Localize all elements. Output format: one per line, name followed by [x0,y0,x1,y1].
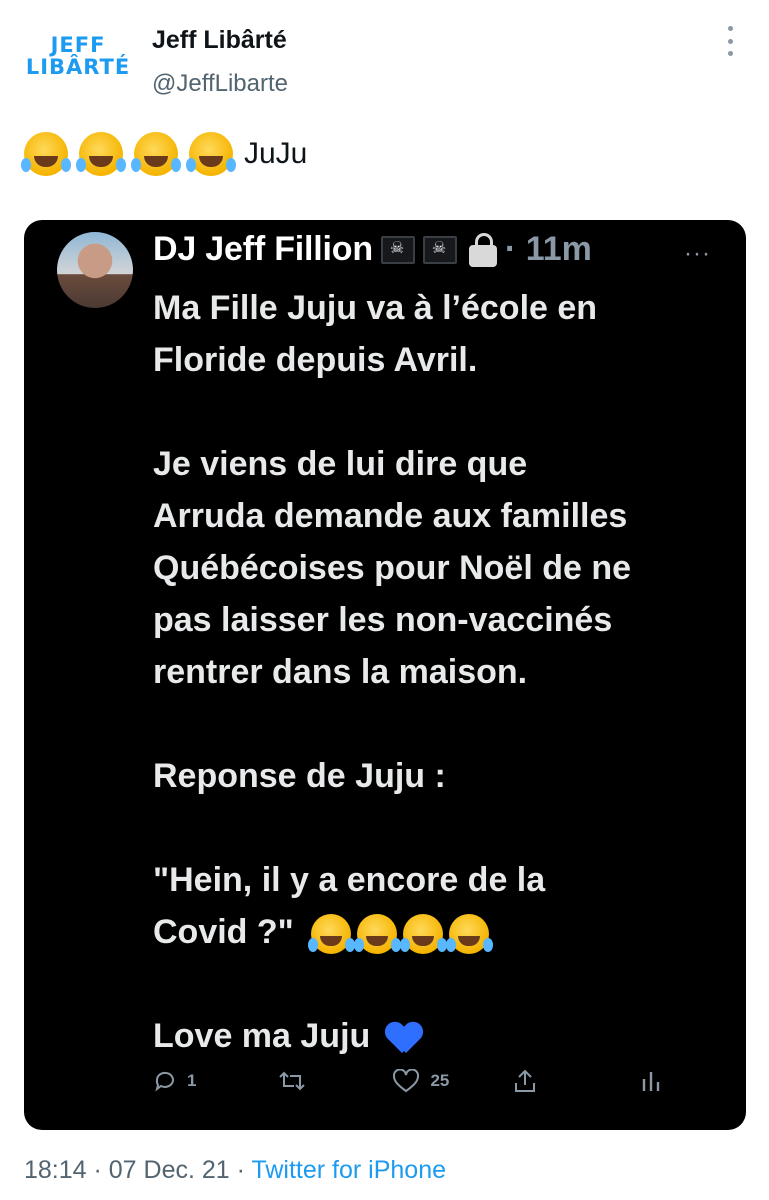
tears-of-joy-emoji-icon [354,914,398,955]
quoted-actions-bar: 1 25 [153,1068,733,1094]
tweet-source-link[interactable]: Twitter for iPhone [251,1156,446,1184]
quoted-tweet-body: Ma Fille Juju va à l’école en Floride de… [153,282,733,1062]
quoted-line: Québécoises pour Noël de ne [153,549,632,587]
quoted-line: pas laisser les non-vaccinés [153,601,613,639]
retweet-button[interactable] [278,1069,306,1093]
lock-icon [468,232,497,267]
more-options-icon[interactable] [720,26,740,56]
tweet-text: JuJu [21,132,308,176]
quoted-line: "Hein, il y a encore de la [153,861,546,899]
tweet-text-label: JuJu [244,137,308,170]
avatar[interactable] [57,232,133,308]
tears-of-joy-emoji-icon [76,132,123,176]
quoted-line: Love ma Juju [153,1017,371,1055]
reply-count: 1 [187,1071,197,1090]
pirate-flag-icon [380,235,415,264]
quoted-line-with-emoji: Covid ?" [153,906,733,958]
quoted-line: Covid ?" [153,913,294,951]
quoted-timestamp[interactable]: · 11m [505,230,592,269]
quoted-line: Arruda demande aux familles [153,497,628,535]
tears-of-joy-emoji-icon [400,914,444,955]
quoted-author-name[interactable]: DJ Jeff Fillion [153,230,373,269]
quoted-tweet-header: DJ Jeff Fillion · 11m [153,230,592,269]
logo-line-1: JEFF [50,33,106,57]
reply-button[interactable]: 1 [153,1069,196,1093]
like-button[interactable]: 25 [392,1069,449,1093]
retweet-icon [279,1071,306,1091]
tears-of-joy-emoji-icon [186,132,233,176]
analytics-icon [643,1072,660,1091]
pirate-flag-icon [422,235,457,264]
quoted-more-icon[interactable]: ··· [684,240,711,268]
author-handle[interactable]: @JeffLibarte [152,70,288,98]
tweet-footer: 18:14 · 07 Dec. 21 · Twitter for iPhone [24,1156,446,1185]
quoted-line: Je viens de lui dire que [153,445,528,483]
analytics-button[interactable] [641,1069,661,1093]
reply-icon [155,1071,174,1092]
logo-line-2: LIBÂRTÉ [25,55,131,80]
quoted-line-with-heart: Love ma Juju [153,1010,733,1062]
tears-of-joy-emoji-icon [131,132,178,176]
share-icon [515,1069,536,1092]
quoted-line: Reponse de Juju : [153,757,446,795]
tears-of-joy-emoji-icon [308,914,352,955]
quoted-tweet-screenshot[interactable]: DJ Jeff Fillion · 11m ··· Ma Fille Juju … [24,220,746,1130]
author-name[interactable]: Jeff Libârté [152,26,287,55]
tears-of-joy-emoji-icon [446,914,490,955]
profile-logo[interactable]: JEFF LIBÂRTÉ [24,34,132,78]
blue-heart-icon [386,1021,422,1055]
share-button[interactable] [513,1068,537,1094]
quoted-line: Ma Fille Juju va à l’école en [153,289,598,327]
tweet-timestamp[interactable]: 18:14 · 07 Dec. 21 · [24,1156,251,1184]
heart-icon [393,1069,420,1093]
like-count: 25 [430,1071,450,1090]
quoted-line: rentrer dans la maison. [153,653,528,691]
tears-of-joy-emoji-icon [21,132,68,176]
quoted-line: Floride depuis Avril. [153,341,478,379]
